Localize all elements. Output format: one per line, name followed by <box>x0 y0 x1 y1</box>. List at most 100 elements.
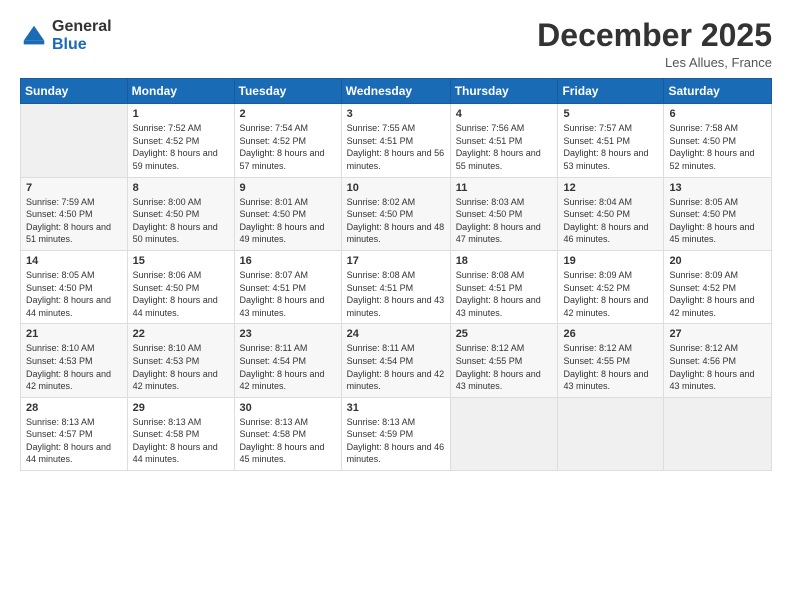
calendar-cell <box>558 397 664 470</box>
day-number: 8 <box>133 182 229 194</box>
day-info: Sunrise: 8:09 AMSunset: 4:52 PMDaylight:… <box>669 269 766 319</box>
calendar-cell: 30 Sunrise: 8:13 AMSunset: 4:58 PMDayligh… <box>234 397 341 470</box>
calendar-cell: 4 Sunrise: 7:56 AMSunset: 4:51 PMDaylight… <box>450 104 558 177</box>
calendar-cell: 5 Sunrise: 7:57 AMSunset: 4:51 PMDaylight… <box>558 104 664 177</box>
day-info: Sunrise: 8:08 AMSunset: 4:51 PMDaylight:… <box>456 269 553 319</box>
calendar-cell: 9Sunrise: 8:01 AMSunset: 4:50 PMDaylight… <box>234 177 341 250</box>
calendar-cell: 16 Sunrise: 8:07 AMSunset: 4:51 PMDayligh… <box>234 250 341 323</box>
weekday-header-friday: Friday <box>558 79 664 104</box>
weekday-header-saturday: Saturday <box>664 79 772 104</box>
logo-general-text: General <box>52 18 112 36</box>
calendar-cell: 26 Sunrise: 8:12 AMSunset: 4:55 PMDayligh… <box>558 324 664 397</box>
day-info: Sunrise: 8:05 AMSunset: 4:50 PMDaylight:… <box>669 196 766 246</box>
calendar-cell: 1Sunrise: 7:52 AMSunset: 4:52 PMDaylight… <box>127 104 234 177</box>
calendar-cell: 11 Sunrise: 8:03 AMSunset: 4:50 PMDayligh… <box>450 177 558 250</box>
day-number: 22 <box>133 328 229 340</box>
day-number: 30 <box>240 402 336 414</box>
day-number: 4 <box>456 108 553 120</box>
day-number: 21 <box>26 328 122 340</box>
weekday-header-monday: Monday <box>127 79 234 104</box>
day-number: 12 <box>563 182 658 194</box>
day-info: Sunrise: 8:10 AMSunset: 4:53 PMDaylight:… <box>26 342 122 392</box>
day-number: 6 <box>669 108 766 120</box>
calendar-cell: 22 Sunrise: 8:10 AMSunset: 4:53 PMDayligh… <box>127 324 234 397</box>
calendar-cell: 7 Sunrise: 7:59 AMSunset: 4:50 PMDaylight… <box>21 177 128 250</box>
day-info: Sunrise: 8:12 AMSunset: 4:55 PMDaylight:… <box>563 342 658 392</box>
day-info: Sunrise: 7:54 AMSunset: 4:52 PMDaylight:… <box>240 122 336 172</box>
calendar-cell: 12Sunrise: 8:04 AMSunset: 4:50 PMDayligh… <box>558 177 664 250</box>
day-number: 16 <box>240 255 336 267</box>
day-info: Sunrise: 7:56 AMSunset: 4:51 PMDaylight:… <box>456 122 553 172</box>
day-number: 14 <box>26 255 122 267</box>
weekday-header-thursday: Thursday <box>450 79 558 104</box>
day-info: Sunrise: 8:11 AMSunset: 4:54 PMDaylight:… <box>347 342 445 392</box>
day-info: Sunrise: 8:13 AMSunset: 4:58 PMDaylight:… <box>240 416 336 466</box>
calendar-cell: 13 Sunrise: 8:05 AMSunset: 4:50 PMDayligh… <box>664 177 772 250</box>
day-number: 25 <box>456 328 553 340</box>
week-row-4: 28Sunrise: 8:13 AMSunset: 4:57 PMDayligh… <box>21 397 772 470</box>
header: General Blue December 2025 Les Allues, F… <box>20 18 772 70</box>
day-number: 11 <box>456 182 553 194</box>
day-info: Sunrise: 8:07 AMSunset: 4:51 PMDaylight:… <box>240 269 336 319</box>
day-info: Sunrise: 8:08 AMSunset: 4:51 PMDaylight:… <box>347 269 445 319</box>
calendar-cell: 25 Sunrise: 8:12 AMSunset: 4:55 PMDayligh… <box>450 324 558 397</box>
day-number: 19 <box>563 255 658 267</box>
calendar-table: SundayMondayTuesdayWednesdayThursdayFrid… <box>20 78 772 471</box>
calendar-cell <box>450 397 558 470</box>
day-number: 26 <box>563 328 658 340</box>
logo-icon <box>20 22 48 50</box>
day-info: Sunrise: 8:10 AMSunset: 4:53 PMDaylight:… <box>133 342 229 392</box>
calendar-cell: 31 Sunrise: 8:13 AMSunset: 4:59 PMDayligh… <box>341 397 450 470</box>
day-info: Sunrise: 7:58 AMSunset: 4:50 PMDaylight:… <box>669 122 766 172</box>
main-title: December 2025 <box>537 18 772 53</box>
title-block: December 2025 Les Allues, France <box>537 18 772 70</box>
calendar-cell: 23Sunrise: 8:11 AMSunset: 4:54 PMDayligh… <box>234 324 341 397</box>
calendar-cell <box>21 104 128 177</box>
week-row-0: 1Sunrise: 7:52 AMSunset: 4:52 PMDaylight… <box>21 104 772 177</box>
calendar-cell: 24 Sunrise: 8:11 AMSunset: 4:54 PMDayligh… <box>341 324 450 397</box>
day-number: 10 <box>347 182 445 194</box>
day-info: Sunrise: 8:12 AMSunset: 4:56 PMDaylight:… <box>669 342 766 392</box>
day-number: 27 <box>669 328 766 340</box>
day-number: 18 <box>456 255 553 267</box>
calendar-cell: 17 Sunrise: 8:08 AMSunset: 4:51 PMDayligh… <box>341 250 450 323</box>
day-info: Sunrise: 8:02 AMSunset: 4:50 PMDaylight:… <box>347 196 445 246</box>
calendar-cell: 2 Sunrise: 7:54 AMSunset: 4:52 PMDaylight… <box>234 104 341 177</box>
day-info: Sunrise: 8:12 AMSunset: 4:55 PMDaylight:… <box>456 342 553 392</box>
weekday-header-sunday: Sunday <box>21 79 128 104</box>
day-info: Sunrise: 8:13 AMSunset: 4:59 PMDaylight:… <box>347 416 445 466</box>
day-number: 5 <box>563 108 658 120</box>
day-info: Sunrise: 7:52 AMSunset: 4:52 PMDaylight:… <box>133 122 229 172</box>
day-number: 29 <box>133 402 229 414</box>
day-number: 2 <box>240 108 336 120</box>
day-number: 20 <box>669 255 766 267</box>
day-number: 31 <box>347 402 445 414</box>
calendar-cell: 28Sunrise: 8:13 AMSunset: 4:57 PMDayligh… <box>21 397 128 470</box>
weekday-header-row: SundayMondayTuesdayWednesdayThursdayFrid… <box>21 79 772 104</box>
day-info: Sunrise: 7:59 AMSunset: 4:50 PMDaylight:… <box>26 196 122 246</box>
week-row-1: 7 Sunrise: 7:59 AMSunset: 4:50 PMDaylight… <box>21 177 772 250</box>
calendar-cell: 15 Sunrise: 8:06 AMSunset: 4:50 PMDayligh… <box>127 250 234 323</box>
day-info: Sunrise: 8:05 AMSunset: 4:50 PMDaylight:… <box>26 269 122 319</box>
calendar-cell: 18 Sunrise: 8:08 AMSunset: 4:51 PMDayligh… <box>450 250 558 323</box>
calendar-cell: 20 Sunrise: 8:09 AMSunset: 4:52 PMDayligh… <box>664 250 772 323</box>
day-info: Sunrise: 8:06 AMSunset: 4:50 PMDaylight:… <box>133 269 229 319</box>
calendar-cell: 6 Sunrise: 7:58 AMSunset: 4:50 PMDaylight… <box>664 104 772 177</box>
day-info: Sunrise: 8:13 AMSunset: 4:58 PMDaylight:… <box>133 416 229 466</box>
day-number: 3 <box>347 108 445 120</box>
calendar-cell: 19Sunrise: 8:09 AMSunset: 4:52 PMDayligh… <box>558 250 664 323</box>
day-info: Sunrise: 8:03 AMSunset: 4:50 PMDaylight:… <box>456 196 553 246</box>
day-number: 17 <box>347 255 445 267</box>
logo-text: General Blue <box>52 18 112 53</box>
calendar-cell: 10 Sunrise: 8:02 AMSunset: 4:50 PMDayligh… <box>341 177 450 250</box>
logo: General Blue <box>20 18 112 53</box>
day-number: 24 <box>347 328 445 340</box>
day-number: 13 <box>669 182 766 194</box>
calendar-cell: 27 Sunrise: 8:12 AMSunset: 4:56 PMDayligh… <box>664 324 772 397</box>
day-number: 9 <box>240 182 336 194</box>
page: General Blue December 2025 Les Allues, F… <box>0 0 792 612</box>
day-info: Sunrise: 7:57 AMSunset: 4:51 PMDaylight:… <box>563 122 658 172</box>
calendar-cell: 29 Sunrise: 8:13 AMSunset: 4:58 PMDayligh… <box>127 397 234 470</box>
day-number: 15 <box>133 255 229 267</box>
day-number: 7 <box>26 182 122 194</box>
